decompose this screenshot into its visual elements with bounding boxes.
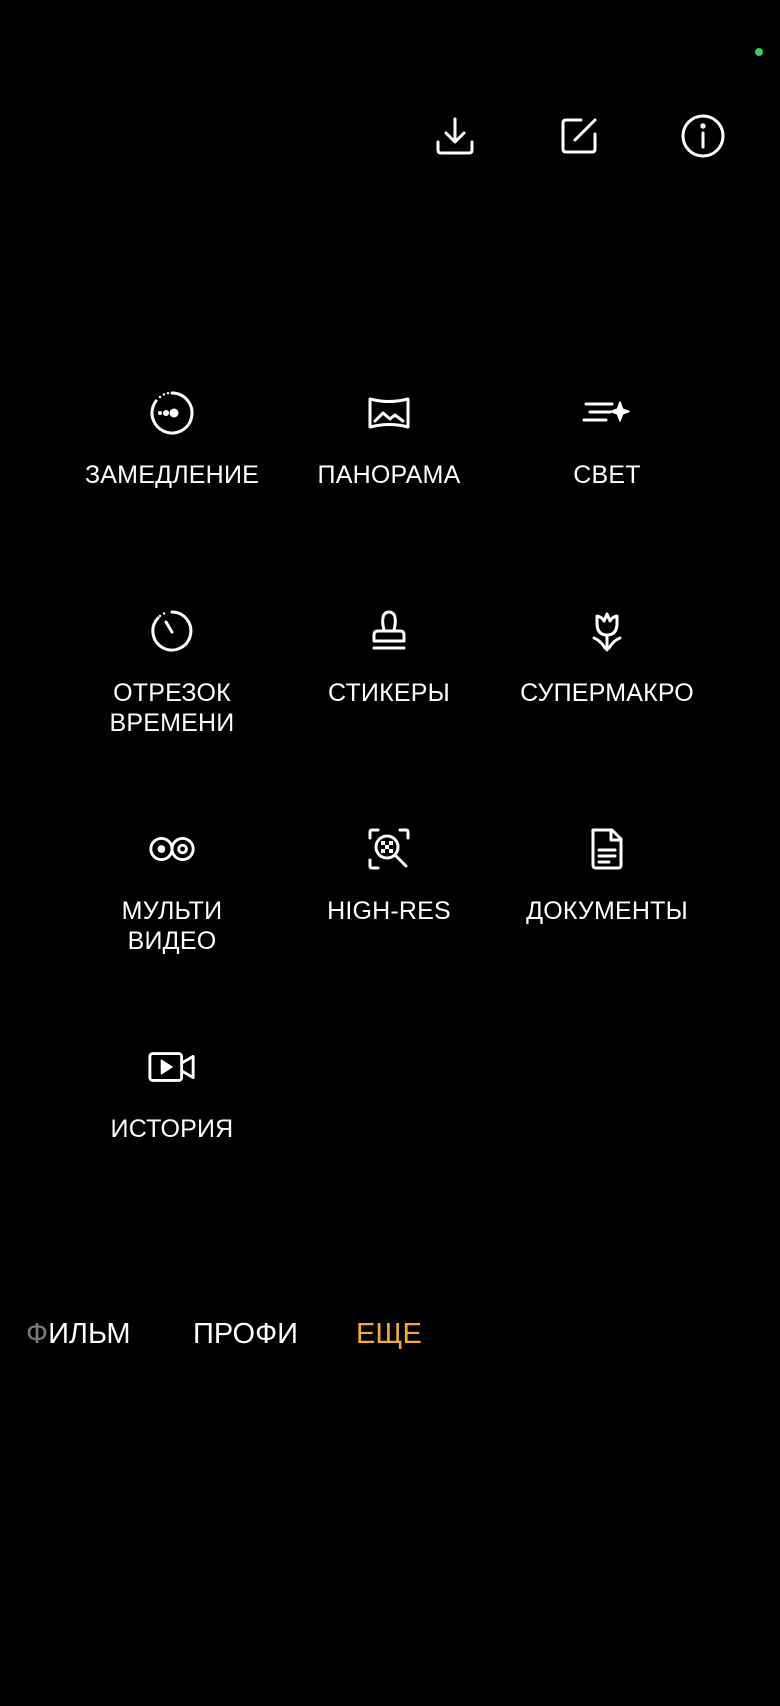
mode-tab-pro-label: ПРОФИ (193, 1318, 298, 1350)
download-button[interactable] (427, 108, 483, 164)
mode-slow-motion[interactable]: ЗАМЕДЛЕНИЕ (67, 388, 277, 490)
mode-tab-film-faded: Ф (26, 1318, 49, 1350)
mode-story[interactable]: ИСТОРИЯ (67, 1042, 277, 1144)
mode-timelapse[interactable]: ОТРЕЗОК ВРЕМЕНИ (67, 606, 277, 738)
panorama-icon (368, 397, 410, 429)
mode-tab-more[interactable]: ЕЩЕ (356, 1316, 422, 1352)
mode-multi-video[interactable]: МУЛЬТИ ВИДЕО (67, 824, 277, 956)
macro-flower-icon (592, 612, 622, 652)
mode-light-trails[interactable]: СВЕТ (502, 388, 712, 490)
mode-tab-film-label: ИЛЬМ (48, 1318, 131, 1350)
slow-motion-icon (150, 391, 194, 435)
multi-video-icon (149, 836, 195, 862)
mode-label: СВЕТ (573, 461, 641, 489)
mode-label: СТИКЕРЫ (328, 679, 450, 707)
document-icon (591, 828, 623, 870)
stamp-icon (372, 610, 406, 650)
mode-panorama[interactable]: ПАНОРАМА (284, 388, 494, 490)
mode-high-res[interactable]: HIGH-RES (284, 824, 494, 926)
mode-label: ПАНОРАМА (317, 461, 461, 489)
mode-label: ЗАМЕДЛЕНИЕ (85, 461, 259, 489)
mode-label: МУЛЬТИ ВИДЕО (121, 897, 223, 955)
high-res-icon (368, 828, 410, 870)
light-trails-icon (582, 401, 630, 422)
timelapse-icon (151, 610, 193, 652)
download-icon (436, 117, 474, 155)
info-icon (681, 114, 725, 158)
edit-button[interactable] (551, 108, 607, 164)
info-button[interactable] (675, 108, 731, 164)
mode-tab-more-label: ЕЩЕ (356, 1318, 422, 1350)
mode-super-macro[interactable]: СУПЕРМАКРО (502, 606, 712, 708)
mode-documents[interactable]: ДОКУМЕНТЫ (502, 824, 712, 926)
mode-label: ИСТОРИЯ (110, 1115, 234, 1143)
mode-stickers[interactable]: СТИКЕРЫ (284, 606, 494, 708)
edit-icon (561, 118, 597, 154)
mode-tab-film[interactable]: ФИЛЬМ (26, 1316, 131, 1352)
mode-label: ДОКУМЕНТЫ (526, 897, 688, 925)
mode-label: HIGH-RES (327, 897, 451, 925)
status-indicator-dot (755, 48, 763, 56)
mode-label: СУПЕРМАКРО (520, 679, 694, 707)
story-video-icon (148, 1052, 195, 1082)
mode-tab-pro[interactable]: ПРОФИ (193, 1316, 298, 1352)
mode-label: ОТРЕЗОК ВРЕМЕНИ (109, 679, 235, 737)
